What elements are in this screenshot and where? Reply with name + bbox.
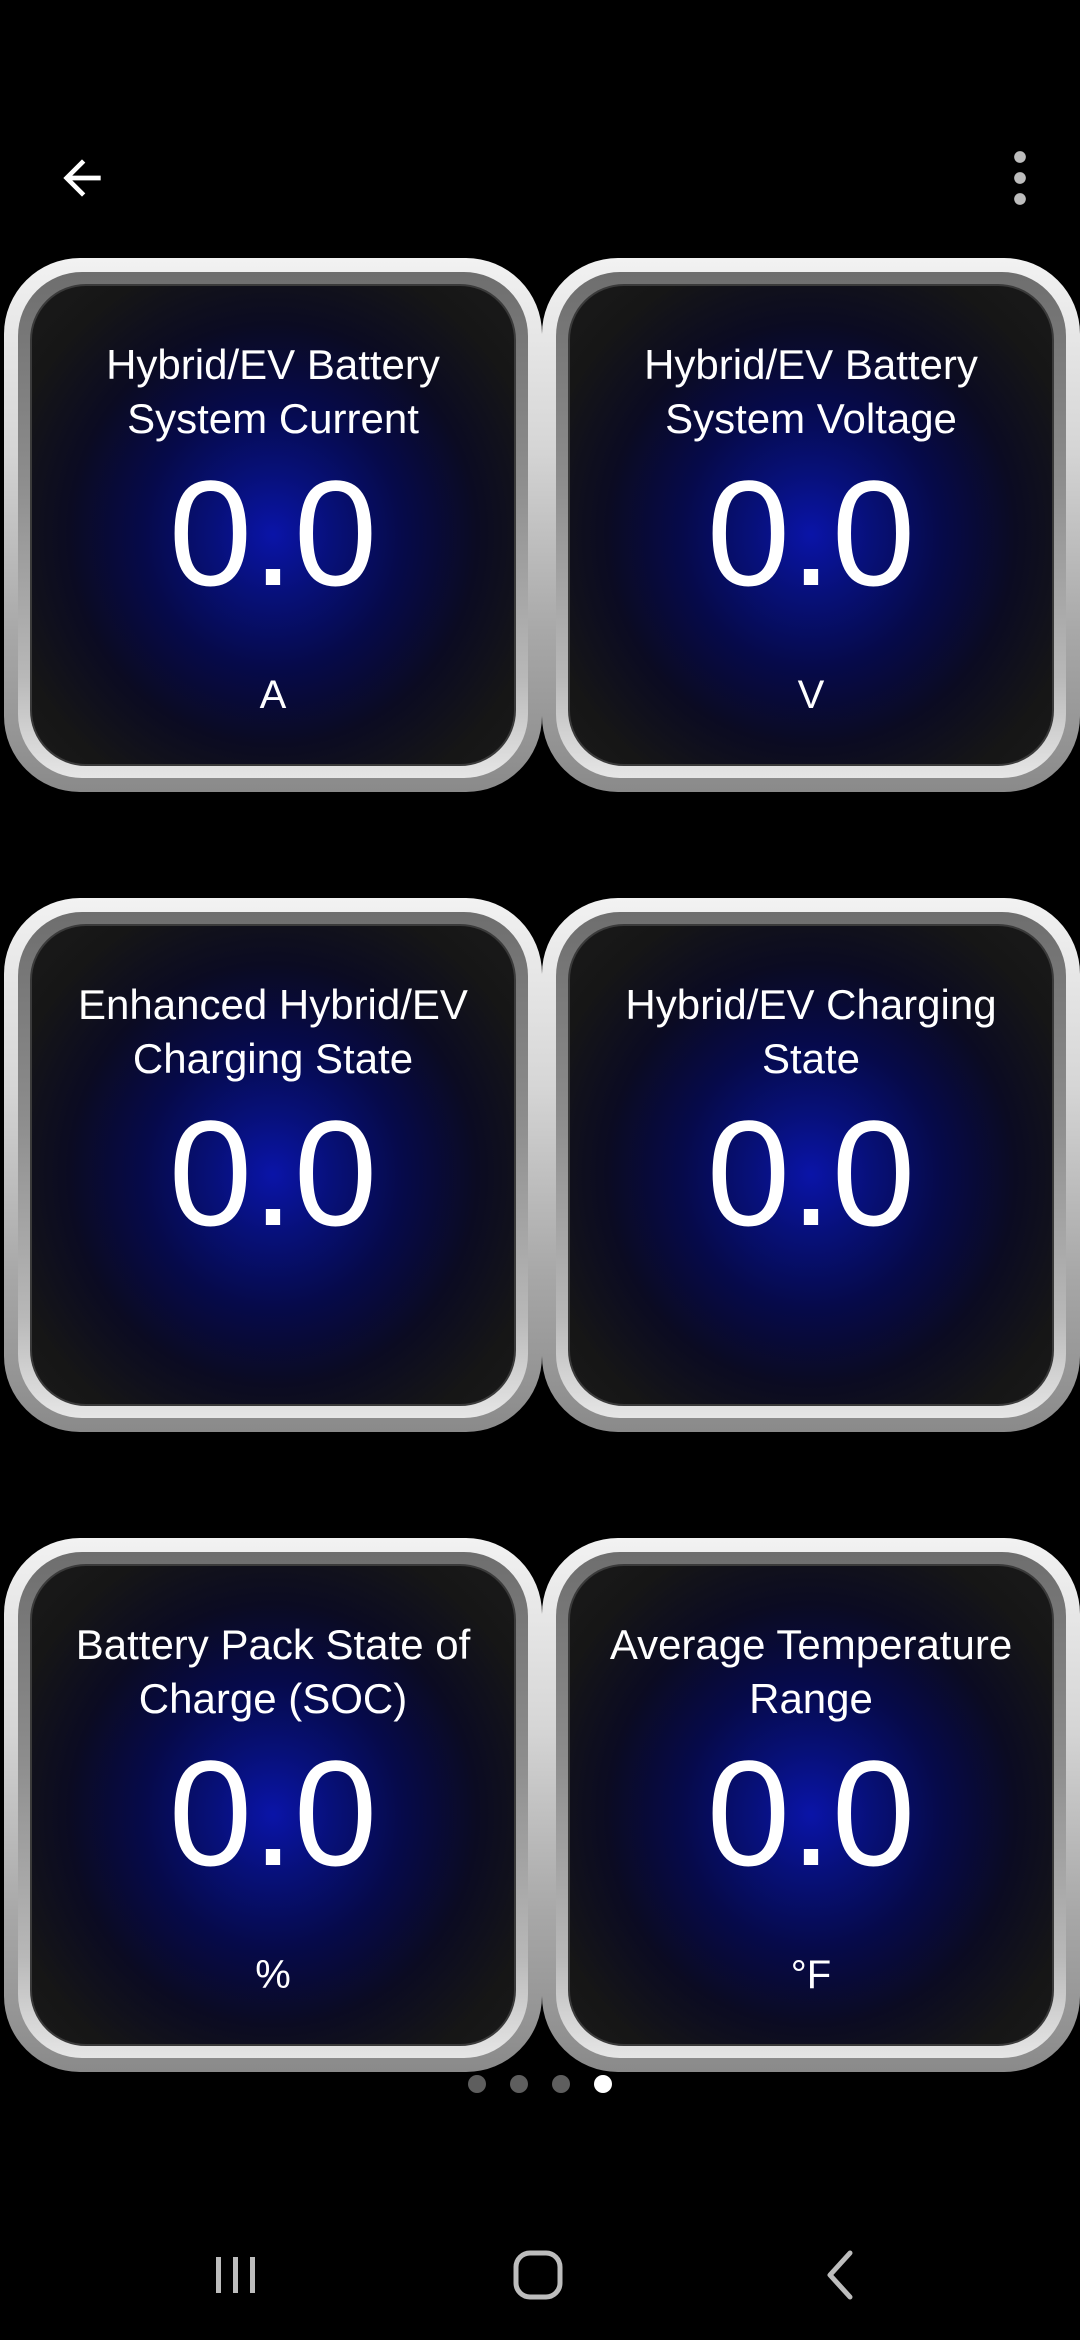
more-vertical-icon bbox=[1014, 151, 1026, 205]
home-icon bbox=[513, 2250, 563, 2300]
nav-back-icon bbox=[827, 2250, 853, 2300]
home-button[interactable] bbox=[478, 2240, 598, 2310]
gauge-value: 0.0 bbox=[168, 1089, 378, 1257]
gauge-bezel: Hybrid/EV Battery System Current 0.0 A bbox=[18, 272, 528, 778]
gauge-unit: % bbox=[255, 1953, 291, 1997]
gauge-value: 0.0 bbox=[706, 1089, 916, 1257]
page-dot-3[interactable] bbox=[552, 2075, 570, 2093]
gauge-value: 0.0 bbox=[706, 1729, 916, 1897]
gauge-label: Hybrid/EV Battery System Voltage bbox=[644, 341, 978, 442]
gauge-face: Hybrid/EV Battery System Current 0.0 A bbox=[30, 284, 516, 766]
top-app-bar bbox=[0, 120, 1080, 220]
gauge-state-of-charge[interactable]: Battery Pack State of Charge (SOC) 0.0 % bbox=[4, 1538, 542, 2072]
gauge-unit: °F bbox=[790, 1953, 832, 1997]
gauge-battery-current[interactable]: Hybrid/EV Battery System Current 0.0 A bbox=[4, 258, 542, 792]
page-dot-2[interactable] bbox=[510, 2075, 528, 2093]
recents-icon bbox=[216, 2257, 255, 2293]
page-dot-1[interactable] bbox=[468, 2075, 486, 2093]
gauge-average-temperature[interactable]: Average Temperature Range 0.0 °F bbox=[542, 1538, 1080, 2072]
gauge-label: Enhanced Hybrid/EV Charging State bbox=[78, 981, 468, 1082]
gauge-label: Hybrid/EV Charging State bbox=[625, 981, 997, 1082]
gauge-value: 0.0 bbox=[168, 1729, 378, 1897]
gauge-label: Battery Pack State of Charge (SOC) bbox=[75, 1621, 471, 1722]
gauge-face: Battery Pack State of Charge (SOC) 0.0 % bbox=[30, 1564, 516, 2046]
gauge-face: Hybrid/EV Charging State 0.0 bbox=[568, 924, 1054, 1406]
arrow-left-icon bbox=[63, 159, 101, 197]
gauge-face: Enhanced Hybrid/EV Charging State 0.0 bbox=[30, 924, 516, 1406]
gauge-unit: A bbox=[259, 673, 287, 717]
gauge-label: Average Temperature Range bbox=[609, 1621, 1013, 1722]
gauge-bezel: Average Temperature Range 0.0 °F bbox=[556, 1552, 1066, 2058]
gauge-face: Average Temperature Range 0.0 °F bbox=[568, 1564, 1054, 2046]
back-button[interactable] bbox=[42, 138, 122, 218]
gauge-bezel: Hybrid/EV Battery System Voltage 0.0 V bbox=[556, 272, 1066, 778]
more-options-button[interactable] bbox=[990, 138, 1050, 218]
gauge-unit: V bbox=[797, 673, 825, 717]
gauge-face: Hybrid/EV Battery System Voltage 0.0 V bbox=[568, 284, 1054, 766]
gauge-value: 0.0 bbox=[168, 449, 378, 617]
recents-button[interactable] bbox=[176, 2240, 296, 2310]
gauge-value: 0.0 bbox=[706, 449, 916, 617]
page-indicator bbox=[0, 2072, 1080, 2096]
gauge-bezel: Hybrid/EV Charging State 0.0 bbox=[556, 912, 1066, 1418]
gauge-label: Hybrid/EV Battery System Current bbox=[106, 341, 440, 442]
gauge-bezel: Enhanced Hybrid/EV Charging State 0.0 bbox=[18, 912, 528, 1418]
gauge-battery-voltage[interactable]: Hybrid/EV Battery System Voltage 0.0 V bbox=[542, 258, 1080, 792]
gauge-bezel: Battery Pack State of Charge (SOC) 0.0 % bbox=[18, 1552, 528, 2058]
page-dot-4[interactable] bbox=[594, 2075, 612, 2093]
gauge-enhanced-charging-state[interactable]: Enhanced Hybrid/EV Charging State 0.0 bbox=[4, 898, 542, 1432]
system-navigation-bar bbox=[0, 2220, 1080, 2330]
nav-back-button[interactable] bbox=[782, 2240, 902, 2310]
gauge-charging-state[interactable]: Hybrid/EV Charging State 0.0 bbox=[542, 898, 1080, 1432]
